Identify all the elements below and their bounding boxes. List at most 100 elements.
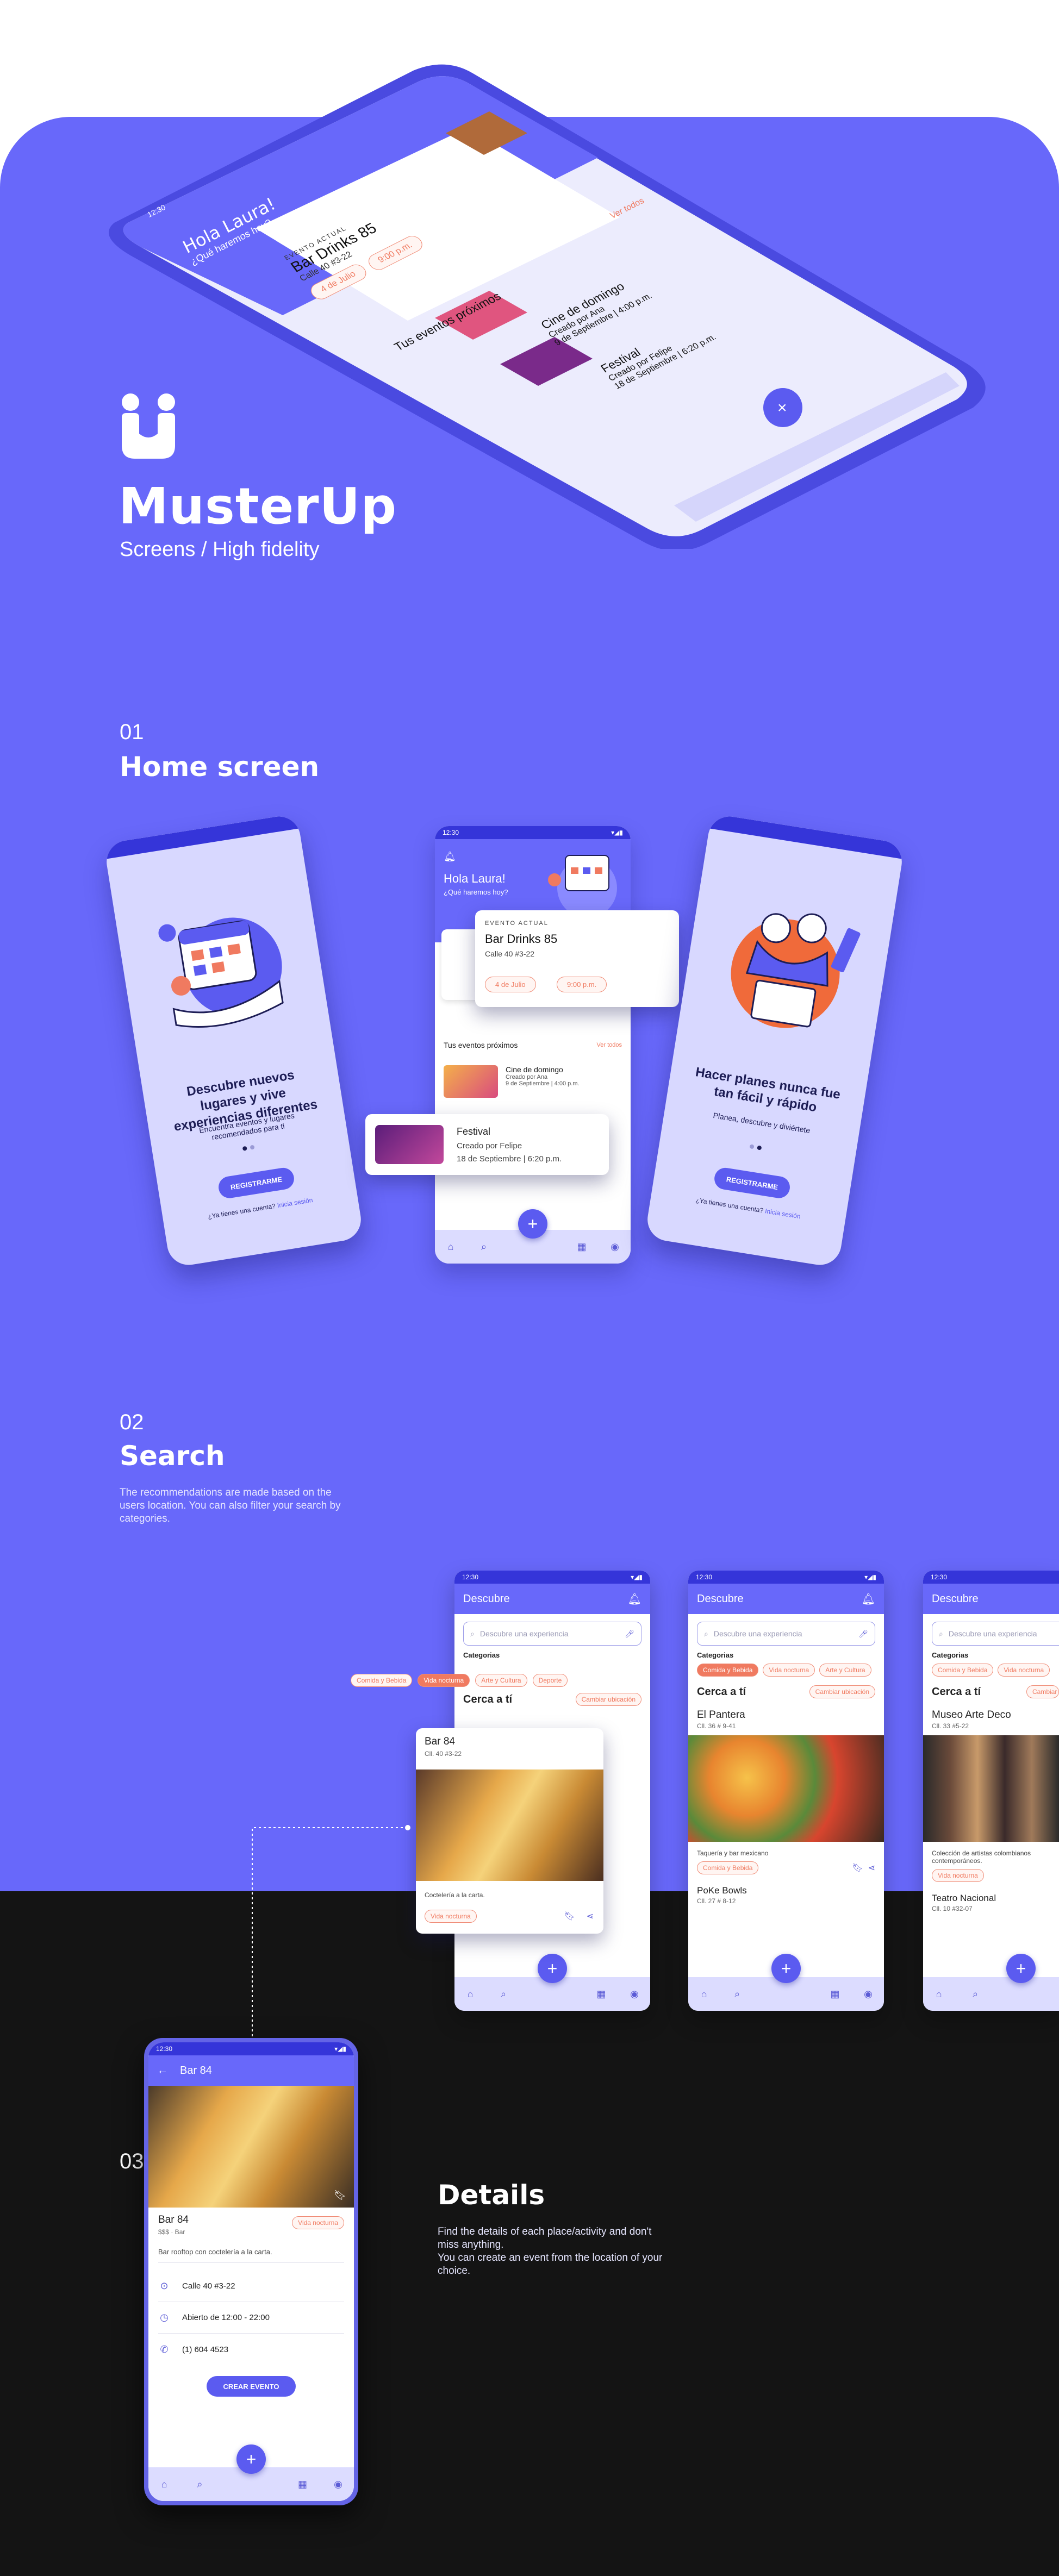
near-header: Cerca a tí Cambiar ubicación (463, 1693, 641, 1706)
login-prompt-text: ¿Ya tienes una cuenta? (695, 1196, 764, 1215)
login-link[interactable]: Inicia sesión (764, 1207, 801, 1220)
chip-sport[interactable]: Deporte (532, 1674, 568, 1687)
search-icon[interactable]: ⌕ (969, 1988, 981, 2000)
app-bar: ← Bar 84 (148, 2055, 354, 2086)
search-icon[interactable]: ⌕ (478, 1241, 490, 1253)
next-place-name: PoKe Bowls (697, 1885, 747, 1896)
bell-icon[interactable]: 🔔︎ (444, 851, 456, 862)
event-title: Bar Drinks 85 (485, 932, 558, 946)
register-button[interactable]: REGISTRARME (713, 1166, 792, 1200)
calendar-icon[interactable]: ▦ (576, 1241, 588, 1253)
back-arrow-icon[interactable]: ← (157, 2065, 168, 2077)
search-placeholder: Descubre una experiencia (713, 1629, 802, 1638)
place-image (923, 1735, 1059, 1842)
near-title: Cerca a tí (932, 1685, 981, 1698)
chip-food[interactable]: Comida y Bebida (697, 1664, 759, 1677)
details-phone-frame: 12:30 ▾◢▮ ← Bar 84 🔖︎ Bar 84 $$$ · Bar Vid… (144, 2038, 358, 2505)
mic-icon[interactable]: 🎤︎ (625, 1629, 634, 1639)
bell-icon[interactable]: 🔔︎ (862, 1592, 875, 1606)
near-header: Cerca a tí Cambiar ubicación (932, 1685, 1059, 1698)
login-prompt: ¿Ya tienes una cuenta? Inicia sesión (195, 1194, 325, 1222)
home-section-title: Home screen (120, 751, 320, 783)
current-event-card[interactable]: EVENTO ACTUAL Bar Drinks 85 Calle 40 #3-… (475, 910, 679, 1007)
home-icon[interactable]: ⌂ (464, 1988, 476, 2000)
hours-row: ◷ Abierto de 12:00 - 22:00 (158, 2302, 344, 2334)
search-icon: ⌕ (704, 1629, 708, 1638)
next-place-address: Cll. 27 # 8-12 (697, 1897, 736, 1905)
search-input[interactable]: ⌕ Descubre una experiencia 🎤︎ (463, 1622, 641, 1646)
upcoming-item[interactable]: Cine de domingo Creado por Ana 9 de Sept… (444, 1065, 622, 1103)
place-meta: $$$ · Bar (158, 2228, 185, 2236)
see-all-link[interactable]: Ver todos (597, 1042, 622, 1048)
floating-category-chips: Comida y Bebida Vida nocturna Arte y Cul… (351, 1674, 568, 1687)
event-label: EVENTO ACTUAL (485, 920, 549, 927)
details-screen: 12:30 ▾◢▮ ← Bar 84 🔖︎ Bar 84 $$$ · Bar Vid… (148, 2042, 354, 2501)
address-row: ⊙ Calle 40 #3-22 (158, 2271, 344, 2302)
profile-icon[interactable]: ◉ (332, 2478, 344, 2490)
share-icon[interactable]: ⋖ (868, 1864, 875, 1873)
status-bar: 12:30 ▾◢▮ (148, 2042, 354, 2055)
calendar-icon[interactable]: ▦ (297, 2478, 309, 2490)
bookmark-icon[interactable]: 🔖︎ (852, 1864, 863, 1873)
login-link[interactable]: Inicia sesión (277, 1196, 313, 1209)
home-icon[interactable]: ⌂ (158, 2478, 170, 2490)
change-location-button[interactable]: Cambiar ubicación (575, 1693, 641, 1706)
change-location-button[interactable]: Cambiar ubicación (809, 1685, 875, 1698)
home-icon[interactable]: ⌂ (933, 1988, 945, 2000)
event-when: 9 de Septiembre | 4:00 p.m. (506, 1080, 580, 1087)
home-icon[interactable]: ⌂ (698, 1988, 710, 2000)
place-name: Bar 84 (158, 2214, 189, 2225)
chip-nightlife[interactable]: Vida nocturna (998, 1664, 1050, 1677)
add-event-button[interactable]: + (1006, 1954, 1036, 1983)
chip-art[interactable]: Arte y Cultura (819, 1664, 871, 1677)
chip-nightlife[interactable]: Vida nocturna (763, 1664, 815, 1677)
screen-title: Descubre (932, 1592, 979, 1605)
place-card-bar84[interactable]: Bar 84 Cll. 40 #3-22 Coctelería a la car… (416, 1728, 603, 1934)
place-name: El Pantera (697, 1709, 745, 1721)
profile-icon[interactable]: ◉ (862, 1988, 874, 2000)
search-icon: ⌕ (939, 1629, 943, 1638)
home-icon[interactable]: ⌂ (445, 1241, 457, 1253)
bookmark-icon[interactable]: 🔖︎ (564, 1911, 575, 1922)
calendar-icon[interactable]: ▦ (595, 1988, 607, 2000)
add-event-button[interactable]: + (236, 2444, 266, 2474)
chip-food[interactable]: Comida y Bebida (932, 1664, 994, 1677)
near-header: Cerca a tí Cambiar ubicación (697, 1685, 875, 1698)
search-input[interactable]: ⌕ Descubre una experiencia (932, 1622, 1059, 1646)
hero-phone-illustration: × (109, 64, 986, 551)
place-hero-image: 🔖︎ (148, 2086, 354, 2208)
add-event-button[interactable]: + (771, 1954, 801, 1983)
search-icon[interactable]: ⌕ (497, 1988, 509, 2000)
bell-icon[interactable]: 🔔︎ (628, 1592, 641, 1606)
screen-title: Descubre (697, 1592, 744, 1605)
add-event-button[interactable]: + (518, 1209, 547, 1239)
calendar-icon[interactable]: ▦ (829, 1988, 841, 2000)
chip-nightlife[interactable]: Vida nocturna (418, 1674, 470, 1687)
chip-food[interactable]: Comida y Bebida (351, 1674, 413, 1687)
signal-battery-icon: ▾◢▮ (631, 1573, 643, 1581)
place-phone[interactable]: (1) 604 4523 (182, 2345, 228, 2354)
place-address: Cll. 40 #3-22 (425, 1750, 462, 1758)
search-icon[interactable]: ⌕ (731, 1988, 743, 2000)
chip-art[interactable]: Arte y Cultura (475, 1674, 527, 1687)
upcoming-event-card[interactable]: Festival Creado por Felipe 18 de Septiem… (365, 1114, 609, 1175)
signal-battery-icon: ▾◢▮ (864, 1573, 876, 1581)
register-button[interactable]: REGISTRARME (217, 1166, 296, 1200)
share-icon[interactable]: ⋖ (587, 1911, 594, 1922)
create-event-button[interactable]: CREAR EVENTO (207, 2376, 296, 2397)
change-location-button[interactable]: Cambiar ubicación (1026, 1685, 1059, 1698)
search-section-number: 02 (120, 1410, 144, 1434)
app-bar: Descubre (923, 1584, 1059, 1614)
bookmark-icon[interactable]: 🔖︎ (334, 2190, 346, 2201)
greeting-sub: ¿Qué haremos hoy? (444, 888, 508, 896)
place-image (416, 1770, 603, 1881)
search-screen-3: 12:30 Descubre ⌕ Descubre una experiencia… (923, 1571, 1059, 2011)
search-icon: ⌕ (470, 1629, 475, 1638)
mic-icon[interactable]: 🎤︎ (858, 1629, 868, 1639)
profile-icon[interactable]: ◉ (628, 1988, 640, 2000)
search-input[interactable]: ⌕ Descubre una experiencia 🎤︎ (697, 1622, 875, 1646)
search-icon[interactable]: ⌕ (194, 2478, 206, 2490)
categories-label: Categorias (463, 1651, 500, 1659)
add-event-button[interactable]: + (538, 1954, 567, 1983)
profile-icon[interactable]: ◉ (609, 1241, 621, 1253)
